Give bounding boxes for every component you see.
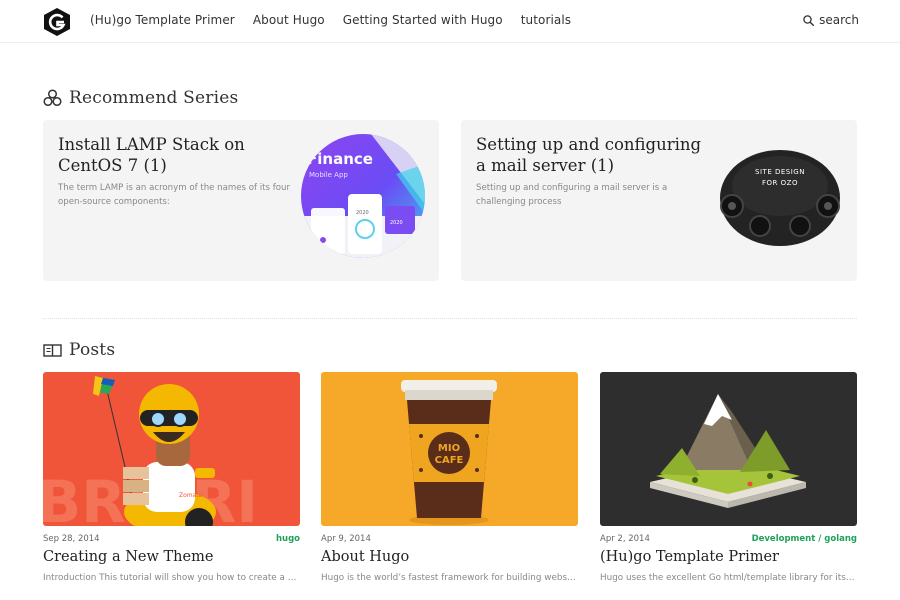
- finance-thumb-subtitle: Mobile App: [309, 171, 348, 179]
- series-card-title[interactable]: Install LAMP Stack on CentOS 7 (1): [58, 134, 294, 176]
- series-thumbnail-finance[interactable]: Finance Mobile App 2020 2020: [301, 134, 425, 258]
- post-date: Sep 28, 2014: [43, 534, 100, 544]
- book-icon: [43, 343, 62, 357]
- section-divider: [43, 318, 857, 319]
- post-card-new-theme[interactable]: BRIBRI Zomato Sep 28, 2014 hugo Creating…: [43, 372, 300, 592]
- nav-item-about-hugo[interactable]: About Hugo: [253, 13, 325, 27]
- cup-brand-line-1: MIO: [438, 443, 460, 454]
- post-title[interactable]: About Hugo: [321, 549, 578, 565]
- series-section-title: Recommend Series: [43, 88, 238, 108]
- nav-item-tutorials[interactable]: tutorials: [521, 13, 571, 27]
- post-date: Apr 9, 2014: [321, 534, 371, 544]
- search-label: search: [819, 13, 859, 27]
- delivery-character-illustration: BRIBRI Zomato: [43, 372, 300, 526]
- post-excerpt: Hugo is the world’s fastest framework fo…: [321, 573, 578, 583]
- finance-thumb-badge-1: 2020: [356, 210, 369, 216]
- finance-app-illustration: Finance Mobile App 2020 2020: [301, 134, 425, 258]
- nav-item-getting-started[interactable]: Getting Started with Hugo: [343, 13, 503, 27]
- search-icon: [803, 14, 815, 26]
- post-date: Apr 2, 2014: [600, 534, 650, 544]
- nav-item-template-primer[interactable]: (Hu)go Template Primer: [90, 13, 235, 27]
- series-card-lamp[interactable]: Install LAMP Stack on CentOS 7 (1) The t…: [43, 120, 439, 281]
- ozo-camera-illustration: SITE DESIGN FOR OZO: [718, 134, 842, 258]
- posts-section-title: Posts: [43, 340, 115, 360]
- post-tag[interactable]: hugo: [276, 534, 300, 544]
- series-thumbnail-ozo[interactable]: SITE DESIGN FOR OZO: [718, 134, 842, 258]
- ozo-thumb-line-1: SITE DESIGN: [755, 168, 805, 176]
- hexagon-g-logo-icon: [44, 8, 70, 36]
- post-meta: Apr 2, 2014 Development / golang: [600, 534, 857, 544]
- post-image[interactable]: [600, 372, 857, 526]
- mountain-book-illustration: [600, 372, 857, 526]
- finance-thumb-badge-2: 2020: [390, 220, 403, 226]
- post-title[interactable]: Creating a New Theme: [43, 549, 300, 565]
- finance-thumb-title: Finance: [307, 150, 373, 168]
- series-card-title[interactable]: Setting up and configuring a mail server…: [476, 134, 712, 176]
- ozo-thumb-line-2: FOR OZO: [762, 179, 798, 187]
- post-image-box-label: Zomato: [179, 492, 203, 499]
- post-card-about-hugo[interactable]: MIO CAFE Apr 9, 2014 About Hugo Hugo is …: [321, 372, 578, 592]
- series-card-desc: The term LAMP is an acronym of the names…: [58, 183, 290, 207]
- series-card-mail-server[interactable]: Setting up and configuring a mail server…: [461, 120, 857, 281]
- post-meta: Sep 28, 2014 hugo: [43, 534, 300, 544]
- posts-heading: Posts: [69, 340, 116, 360]
- cup-brand-line-2: CAFE: [435, 455, 464, 466]
- site-logo[interactable]: [43, 7, 71, 37]
- coffee-cup-illustration: MIO CAFE: [321, 372, 578, 526]
- search-button[interactable]: search: [803, 13, 859, 27]
- series-card-desc: Setting up and configuring a mail server…: [476, 183, 668, 207]
- site-header: (Hu)go Template Primer About Hugo Gettin…: [0, 0, 900, 43]
- post-excerpt: Hugo uses the excellent Go html/template…: [600, 573, 857, 583]
- post-tag[interactable]: Development / golang: [752, 534, 857, 544]
- series-heading: Recommend Series: [69, 88, 239, 108]
- post-excerpt: Introduction This tutorial will show you…: [43, 573, 300, 583]
- post-card-template-primer[interactable]: Apr 2, 2014 Development / golang (Hu)go …: [600, 372, 857, 592]
- main-nav: (Hu)go Template Primer About Hugo Gettin…: [90, 13, 571, 27]
- post-meta: Apr 9, 2014: [321, 534, 578, 544]
- post-image[interactable]: BRIBRI Zomato: [43, 372, 300, 526]
- post-title[interactable]: (Hu)go Template Primer: [600, 549, 857, 565]
- series-circles-icon: [43, 89, 62, 107]
- post-image[interactable]: MIO CAFE: [321, 372, 578, 526]
